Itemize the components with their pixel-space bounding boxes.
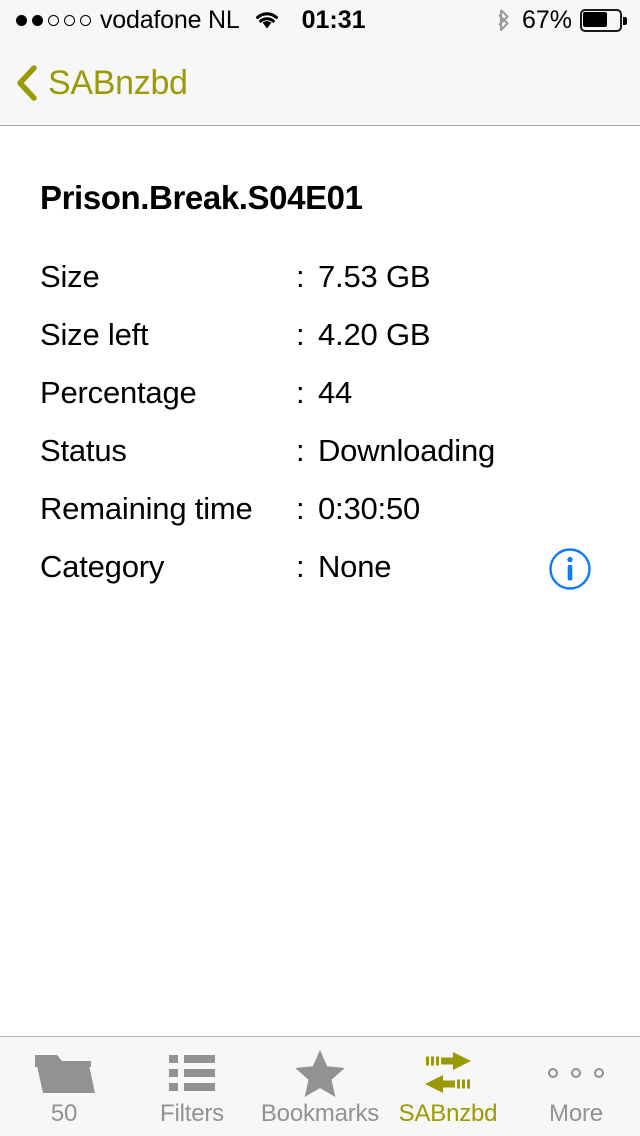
detail-row-value: 44 (318, 375, 353, 410)
detail-row-label: Size left (40, 317, 149, 352)
detail-row-value: 7.53 GB (318, 259, 431, 294)
app-screen: vodafone NL 01:31 67% SABnzbd Prison.Bre… (0, 0, 640, 1136)
detail-row-value: 4.20 GB (318, 317, 431, 352)
page-title: Prison.Break.S04E01 (40, 179, 363, 216)
detail-row: Remaining time:0:30:50 (0, 491, 640, 549)
detail-row-value: None (318, 549, 392, 584)
list-icon (169, 1049, 215, 1097)
detail-row: Status: Downloading (0, 433, 640, 491)
tab-label: Bookmarks (260, 1100, 380, 1127)
detail-row-label: Remaining time (40, 491, 253, 526)
info-circle-icon[interactable] (548, 547, 592, 591)
folder-icon (33, 1049, 95, 1097)
tab-more[interactable]: More (512, 1037, 640, 1136)
navigation-bar: SABnzbd (0, 40, 640, 126)
tab-50[interactable]: 50 (0, 1037, 128, 1136)
star-icon (293, 1049, 347, 1097)
chevron-left-icon (14, 63, 40, 103)
wifi-icon (254, 10, 280, 30)
status-bar-left: vodafone NL 01:31 (0, 6, 366, 35)
detail-rows: Size:7.53 GB Size left:4.20 GB Percentage:… (0, 259, 640, 607)
detail-row: Percentage:44 (0, 375, 640, 433)
detail-row-value: 0:30:50 (318, 491, 421, 526)
status-bar: vodafone NL 01:31 67% (0, 0, 640, 40)
carrier-label: vodafone NL (100, 5, 240, 34)
tab-label: SABnzbd (398, 1100, 498, 1127)
tab-filters[interactable]: Filters (128, 1037, 256, 1136)
detail-row-separator: : (296, 375, 305, 410)
tab-label: 50 (50, 1100, 78, 1127)
tab-bookmarks[interactable]: Bookmarks (256, 1037, 384, 1136)
detail-row-label: Size (40, 259, 100, 294)
detail-row-separator: : (296, 491, 305, 526)
clock-label: 01:31 (301, 5, 366, 34)
bluetooth-icon (497, 8, 512, 32)
back-button-label: SABnzbd (48, 63, 188, 102)
battery-icon (580, 8, 627, 32)
battery-percent-label: 67% (521, 5, 572, 34)
detail-row: Size:7.53 GB (0, 259, 640, 317)
tab-sabnzbd[interactable]: SABnzbd (384, 1037, 512, 1136)
tab-label: Filters (160, 1100, 224, 1127)
detail-row-separator: : (296, 259, 305, 294)
transfer-arrows-icon (419, 1049, 477, 1097)
tab-bar: 50 Filters Bookmarks SABnzbd More (0, 1036, 640, 1136)
detail-row: Size left:4.20 GB (0, 317, 640, 375)
ellipsis-icon (548, 1049, 604, 1097)
detail-row-value: Downloading (318, 433, 496, 468)
detail-row-label: Status (40, 433, 127, 468)
back-button[interactable]: SABnzbd (14, 40, 188, 126)
status-bar-right: 67% (497, 0, 627, 40)
tab-label: More (549, 1100, 603, 1127)
detail-row-separator: : (296, 433, 305, 468)
detail-row-label: Percentage (40, 375, 197, 410)
detail-row-separator: : (296, 317, 305, 352)
cellular-signal-icon (16, 14, 91, 26)
detail-panel: Prison.Break.S04E01 Size:7.53 GB Size lef… (0, 127, 640, 1036)
detail-row-label: Category (40, 549, 165, 584)
detail-row: Category: None (0, 547, 640, 607)
detail-row-separator: : (296, 549, 305, 584)
